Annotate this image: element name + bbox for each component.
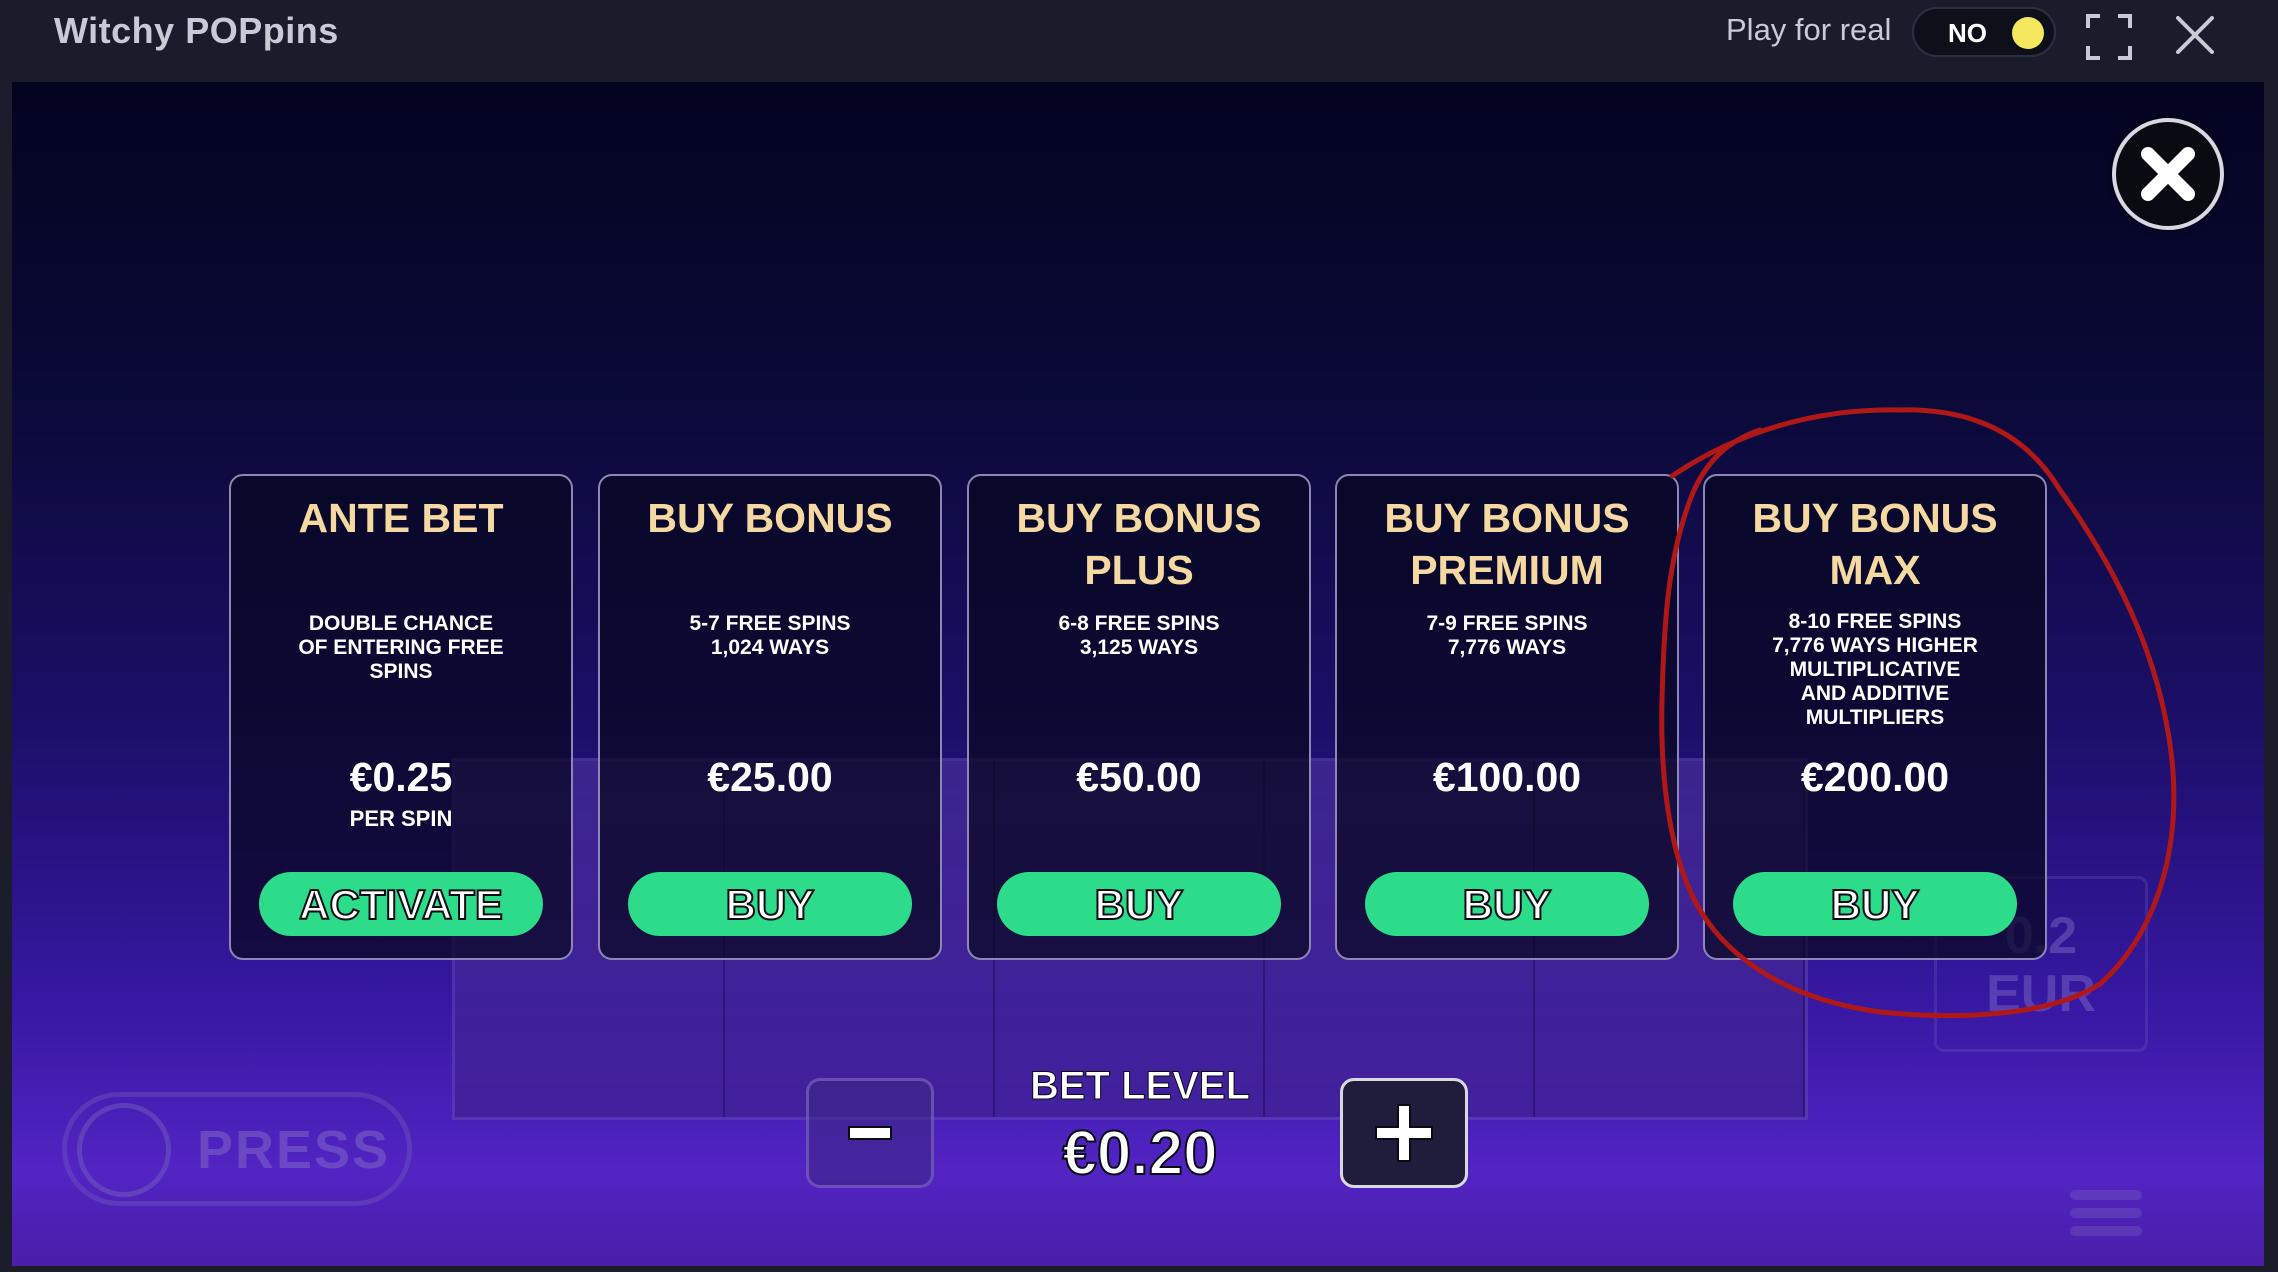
x-logo-icon	[77, 1103, 171, 1197]
fullscreen-icon[interactable]	[2084, 12, 2134, 62]
bet-level-label: BET LEVEL	[1029, 1064, 1251, 1109]
xpress-label: PRESS	[197, 1120, 391, 1180]
app-title: Witchy POPpins	[54, 10, 339, 51]
play-for-real-toggle[interactable]: NO	[1912, 7, 2056, 57]
card-price: €50.00	[1076, 754, 1202, 800]
menu-icon	[2070, 1190, 2142, 1250]
window-frame-bottom	[0, 1266, 2278, 1272]
plus-icon	[1375, 1104, 1433, 1162]
card-description: 6-8 FREE SPINS 3,125 WAYS	[1058, 612, 1220, 659]
card-buy-bonus-premium: BUY BONUS PREMIUM 7-9 FREE SPINS 7,776 W…	[1335, 474, 1679, 960]
toggle-knob	[2012, 17, 2044, 49]
bet-decrease-button[interactable]	[806, 1078, 934, 1188]
bet-level-value: €0.20	[1061, 1118, 1218, 1189]
card-ante-bet: ANTE BET DOUBLE CHANCE OF ENTERING FREE …	[229, 474, 573, 960]
card-description: 8-10 FREE SPINS 7,776 WAYS HIGHER MULTIP…	[1772, 610, 1978, 729]
close-window-icon[interactable]	[2172, 12, 2218, 58]
xpress-button-background: PRESS	[62, 1092, 412, 1206]
card-price: €100.00	[1432, 754, 1582, 800]
balance-currency: EUR	[1986, 965, 2096, 1023]
card-buy-bonus-max: BUY BONUS MAX 8-10 FREE SPINS 7,776 WAYS…	[1703, 474, 2047, 960]
buy-bonus-button[interactable]: BUY	[628, 872, 912, 936]
card-price: €200.00	[1800, 754, 1950, 800]
card-description: DOUBLE CHANCE OF ENTERING FREE SPINS	[298, 612, 504, 683]
minus-icon	[848, 1126, 892, 1140]
buy-bonus-max-button[interactable]: BUY	[1733, 872, 2017, 936]
card-buy-bonus: BUY BONUS 5-7 FREE SPINS 1,024 WAYS €25.…	[598, 474, 942, 960]
card-title: ANTE BET	[298, 495, 504, 541]
card-description: 7-9 FREE SPINS 7,776 WAYS	[1426, 612, 1588, 659]
play-for-real-label: Play for real	[1726, 12, 1892, 47]
card-title: BUY BONUS PREMIUM	[1384, 495, 1630, 593]
close-icon	[2141, 147, 2195, 201]
close-modal-button[interactable]	[2112, 118, 2224, 230]
card-description: 5-7 FREE SPINS 1,024 WAYS	[689, 612, 851, 659]
card-price: €0.25	[349, 754, 453, 800]
title-bar: Witchy POPpins Play for real NO	[0, 0, 2278, 82]
card-price: €25.00	[707, 754, 833, 800]
card-title: BUY BONUS MAX	[1752, 495, 1998, 593]
bet-increase-button[interactable]	[1340, 1078, 1468, 1188]
card-buy-bonus-plus: BUY BONUS PLUS 6-8 FREE SPINS 3,125 WAYS…	[967, 474, 1311, 960]
toggle-value: NO	[1948, 18, 1987, 48]
card-title: BUY BONUS PLUS	[1016, 495, 1262, 593]
activate-button[interactable]: ACTIVATE	[259, 872, 543, 936]
card-price-note: PER SPIN	[349, 806, 453, 831]
window-frame-right	[2264, 82, 2278, 1272]
card-title: BUY BONUS	[647, 495, 893, 541]
buy-bonus-plus-button[interactable]: BUY	[997, 872, 1281, 936]
buy-bonus-premium-button[interactable]: BUY	[1365, 872, 1649, 936]
